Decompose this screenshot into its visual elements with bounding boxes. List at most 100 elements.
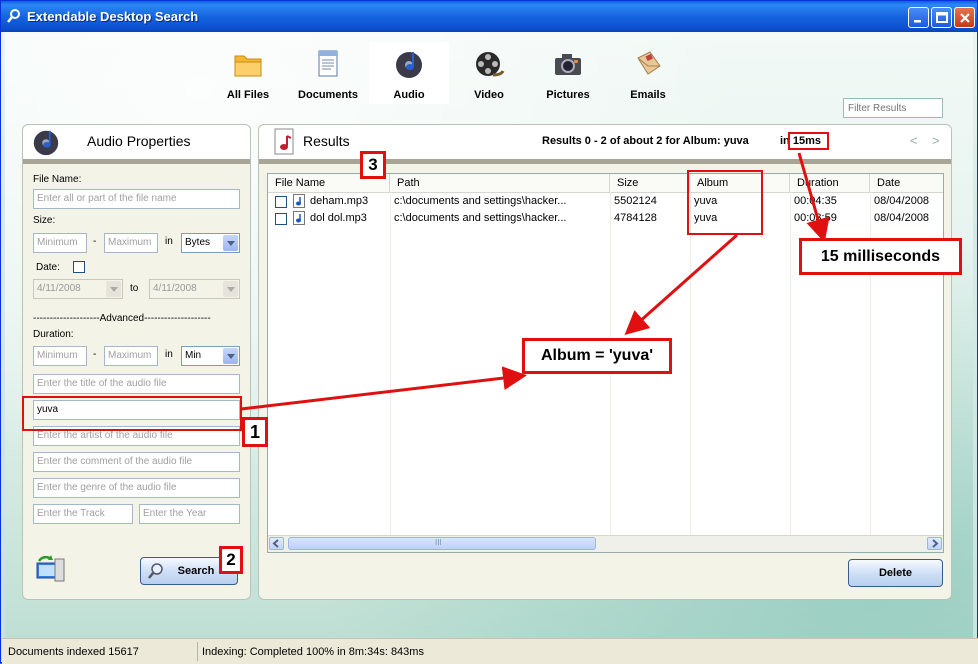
category-label: All Files [226,89,270,101]
horizontal-scrollbar[interactable]: III [268,535,943,552]
size-max-input[interactable]: Maximum [104,233,158,253]
step-3-marker: 3 [360,151,386,179]
camera-icon [555,54,581,75]
title-input[interactable]: Enter the title of the audio file [33,374,240,394]
date-checkbox[interactable] [73,261,85,273]
document-icon [318,50,338,77]
category-emails[interactable]: Emails [608,42,688,104]
category-label: Emails [630,89,666,101]
duration-min-input[interactable]: Minimum [33,346,87,366]
music-note-icon [396,52,422,78]
duration-cell: 00:04:35 [794,195,837,207]
prev-page-button[interactable]: < [910,133,918,148]
duration-unit-select[interactable]: Min [181,346,240,366]
next-page-button[interactable]: > [932,133,940,148]
music-note-icon [33,130,59,156]
category-all-files[interactable]: All Files [208,42,288,104]
size-cell: 4784128 [614,212,657,224]
date-to-value: 4/11/2008 [153,283,197,294]
file-name-cell: deham.mp3 [310,195,369,207]
duration-max-input[interactable]: Maximum [104,346,158,366]
chevron-down-icon[interactable] [223,281,238,297]
category-audio[interactable]: Audio [369,42,449,104]
category-label: Audio [393,89,425,101]
status-bar: Documents indexed 15617 Indexing: Comple… [2,638,978,664]
row-checkbox[interactable] [275,196,287,208]
maximize-button[interactable] [931,7,952,28]
close-button[interactable] [954,7,975,28]
delete-button[interactable]: Delete [848,559,943,587]
envelope-icon [637,51,661,75]
chevron-left-icon [272,539,279,548]
column-header[interactable]: Duration [790,174,870,192]
in-label: in [165,349,173,360]
reset-form-icon[interactable] [35,555,67,585]
size-min-input[interactable]: Minimum [33,233,87,253]
scroll-left-button[interactable] [269,537,284,550]
track-input[interactable]: Enter the Track [33,504,133,524]
step-1-marker: 1 [242,417,268,447]
documents-indexed-status: Documents indexed 15617 [8,646,139,658]
time-highlight [788,132,829,150]
magnifier-app-icon [7,9,20,23]
panel-title: Audio Properties [87,133,191,149]
album-field-highlight [22,396,242,431]
minimize-icon [914,20,921,23]
duration-cell: 00:03:59 [794,212,837,224]
date-cell: 08/04/2008 [874,195,930,207]
comment-input[interactable]: Enter the comment of the audio file [33,452,240,472]
path-cell: c:\documents and settings\hacker... [394,212,567,224]
category-documents[interactable]: Documents [288,42,368,104]
scroll-right-button[interactable] [927,537,942,550]
category-video[interactable]: Video [449,42,529,104]
date-from-picker[interactable]: 4/11/2008 [33,279,123,299]
row-checkbox[interactable] [275,213,287,225]
results-summary: Results 0 - 2 of about 2 for Album: yuva [542,135,749,147]
size-label: Size: [33,215,56,226]
file-name-input[interactable]: Enter all or part of the file name [33,189,240,209]
column-divider [790,192,791,536]
duration-label: Duration: [33,329,74,340]
scrollbar-thumb[interactable]: III [288,537,596,550]
scrollbar-grip: III [435,538,442,547]
audio-file-icon [293,211,305,225]
film-reel-icon [476,52,505,77]
size-unit-select[interactable]: Bytes [181,233,240,253]
genre-input[interactable]: Enter the genre of the audio file [33,478,240,498]
in-label: in [165,236,173,247]
indexing-status: Indexing: Completed 100% in 8m:34s: 843m… [202,646,424,658]
year-input[interactable]: Enter the Year [139,504,240,524]
panel-title: Results [303,133,350,149]
filter-results-input[interactable] [843,98,943,118]
milliseconds-callout: 15 milliseconds [799,238,962,275]
window-title: Extendable Desktop Search [27,9,199,24]
table-row[interactable]: dol dol.mp3 c:\documents and settings\ha… [268,210,943,227]
column-header[interactable]: Date [870,174,943,192]
chevron-down-icon[interactable] [106,281,121,297]
audio-properties-panel: Audio Properties File Name: Enter all or… [22,124,251,600]
close-icon [960,13,970,23]
date-to-picker[interactable]: 4/11/2008 [149,279,240,299]
file-name-label: File Name: [33,174,82,185]
chevron-down-icon[interactable] [223,235,238,251]
date-cell: 08/04/2008 [874,212,930,224]
category-pictures[interactable]: Pictures [528,42,608,104]
chevron-right-icon [932,539,939,548]
title-bar[interactable]: Extendable Desktop Search [1,1,977,32]
minimize-button[interactable] [908,7,929,28]
duration-dash: - [93,349,97,360]
status-separator [197,642,198,661]
step-2-marker: 2 [219,546,243,574]
table-row[interactable]: deham.mp3 c:\documents and settings\hack… [268,193,943,210]
chevron-down-icon[interactable] [223,348,238,364]
date-label: Date: [36,262,60,273]
album-column-highlight [687,170,763,235]
album-callout: Album = 'yuva' [522,338,672,374]
column-divider [690,192,691,536]
column-header[interactable]: Size [610,174,690,192]
maximize-icon [936,12,948,23]
file-name-cell: dol dol.mp3 [310,212,367,224]
column-header[interactable]: Path [390,174,610,192]
search-icon [148,563,163,579]
category-label: Pictures [546,89,590,101]
